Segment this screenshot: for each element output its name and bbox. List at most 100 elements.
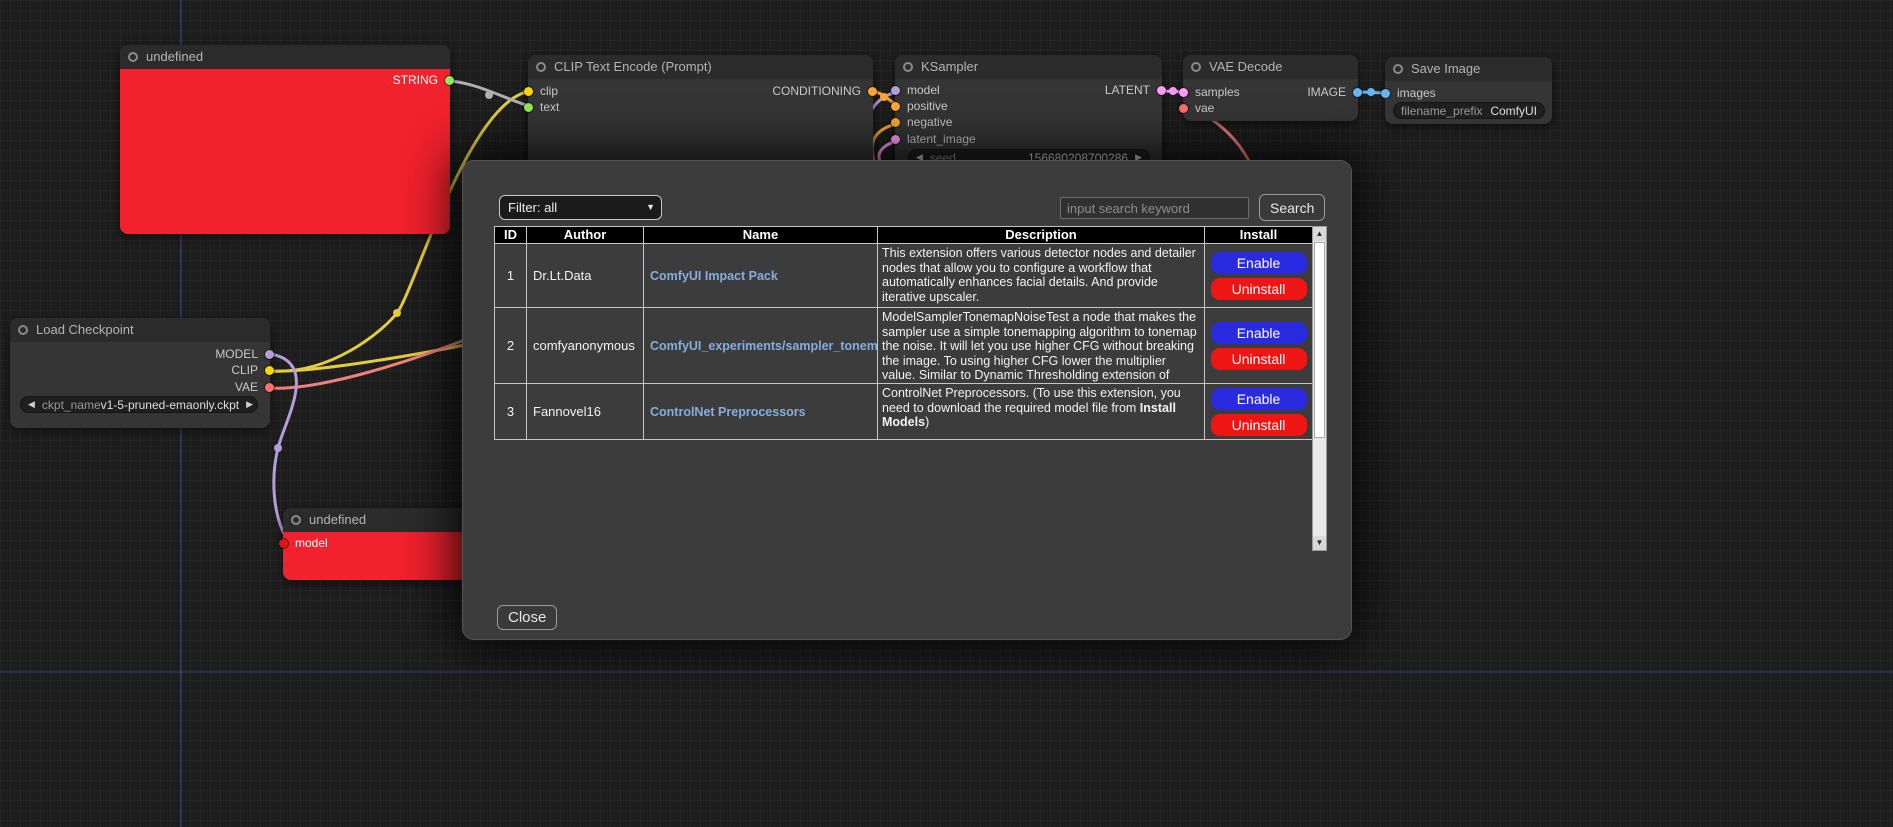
cell-description: ControlNet Preprocessors. (To use this e… [878, 384, 1205, 440]
output-slot: VAE [235, 380, 270, 394]
widget-prev-icon[interactable]: ◀ [28, 399, 35, 410]
input-slot-dot[interactable] [891, 118, 900, 127]
search-input[interactable] [1060, 197, 1249, 219]
input-slot: latent_image [895, 132, 976, 146]
cell-id: 1 [495, 244, 527, 308]
cell-name: ControlNet Preprocessors [644, 384, 878, 440]
node-canvas[interactable]: undefined STRING CLIP Text Encode (Promp… [0, 0, 1893, 827]
node-title-label: Save Image [1411, 61, 1480, 76]
extension-row: 2 comfyanonymous ComfyUI_experiments/sam… [495, 308, 1312, 384]
uninstall-button[interactable]: Uninstall [1211, 278, 1307, 300]
node-title-label: undefined [309, 512, 366, 527]
output-slot-dot[interactable] [265, 366, 274, 375]
extension-link[interactable]: ComfyUI Impact Pack [650, 269, 778, 283]
node-load-checkpoint[interactable]: Load Checkpoint MODEL CLIP VAE ◀ ckpt_na… [10, 318, 270, 428]
table-scrollbar[interactable]: ▲ ▼ [1312, 226, 1327, 551]
input-slot: text [528, 100, 559, 114]
widget-label: ckpt_name [42, 398, 101, 412]
output-slot-dot[interactable] [868, 87, 877, 96]
output-slot-dot[interactable] [1353, 88, 1362, 97]
node-title: VAE Decode [1183, 55, 1358, 79]
widget-value: v1-5-pruned-emaonly.ckpt [101, 398, 240, 412]
widget-value: ComfyUI [1490, 104, 1537, 118]
collapse-dot-icon[interactable] [18, 325, 28, 335]
filter-select[interactable]: Filter: all [499, 195, 662, 220]
node-undefined-bottom[interactable]: undefined model [283, 508, 470, 580]
input-slot-dot[interactable] [524, 103, 533, 112]
cell-author: comfyanonymous [527, 308, 644, 384]
slot-label: model [907, 83, 940, 97]
collapse-dot-icon[interactable] [536, 62, 546, 72]
collapse-dot-icon[interactable] [128, 52, 138, 62]
enable-button[interactable]: Enable [1211, 252, 1307, 274]
uninstall-button[interactable]: Uninstall [1211, 348, 1307, 370]
input-slot-dot[interactable] [891, 86, 900, 95]
input-slot-dot[interactable] [279, 539, 288, 548]
scrollbar-thumb[interactable] [1314, 242, 1325, 438]
input-slot-dot[interactable] [1179, 88, 1188, 97]
input-slot: vae [1183, 101, 1214, 115]
output-slot: MODEL [215, 347, 270, 361]
collapse-dot-icon[interactable] [1393, 64, 1403, 74]
node-title-label: VAE Decode [1209, 59, 1282, 74]
output-slot-dot[interactable] [445, 76, 454, 85]
scroll-down-icon[interactable]: ▼ [1313, 536, 1326, 550]
slot-label: CONDITIONING [772, 84, 861, 98]
output-slot-dot[interactable] [265, 383, 274, 392]
extension-link[interactable]: ControlNet Preprocessors [650, 405, 806, 419]
collapse-dot-icon[interactable] [903, 62, 913, 72]
extension-link[interactable]: ComfyUI_experiments/sampler_tonemap [650, 339, 878, 353]
input-slot-dot[interactable] [891, 102, 900, 111]
node-title: Save Image [1385, 57, 1552, 81]
node-title-label: KSampler [921, 59, 978, 74]
scroll-up-icon[interactable]: ▲ [1313, 227, 1326, 241]
input-slot-dot[interactable] [1179, 104, 1188, 113]
node-save-image[interactable]: Save Image images filename_prefix ComfyU… [1385, 57, 1552, 124]
input-slot: samples [1183, 85, 1240, 99]
input-slot: model [283, 536, 328, 550]
cell-description: ModelSamplerTonemapNoiseTest a node that… [878, 308, 1205, 384]
node-title-label: Load Checkpoint [36, 322, 134, 337]
widget-next-icon[interactable]: ▶ [246, 399, 253, 410]
node-vae-decode[interactable]: VAE Decode samples vae IMAGE [1183, 55, 1358, 121]
node-title: undefined [283, 508, 470, 532]
scrollbar-track[interactable] [1313, 439, 1326, 536]
manager-dialog: Filter: all ▼ Search ID Author Name Desc… [462, 160, 1352, 640]
slot-label: text [540, 100, 559, 114]
widget-label: filename_prefix [1401, 104, 1482, 118]
error-node-body [120, 69, 450, 234]
uninstall-button[interactable]: Uninstall [1211, 414, 1307, 436]
cell-id: 3 [495, 384, 527, 440]
search-button[interactable]: Search [1259, 194, 1325, 221]
cell-description: This extension offers various detector n… [878, 244, 1205, 308]
node-title: KSampler [895, 55, 1162, 79]
collapse-dot-icon[interactable] [1191, 62, 1201, 72]
cell-install: Enable Uninstall [1205, 244, 1313, 308]
input-slot-dot[interactable] [891, 135, 900, 144]
input-slot: negative [895, 115, 952, 129]
enable-button[interactable]: Enable [1211, 322, 1307, 344]
slot-label: samples [1195, 85, 1240, 99]
input-slot-dot[interactable] [524, 87, 533, 96]
input-slot: clip [528, 84, 558, 98]
node-title: Load Checkpoint [10, 318, 270, 342]
node-undefined-top[interactable]: undefined STRING [120, 45, 450, 234]
input-slot-dot[interactable] [1381, 89, 1390, 98]
close-button[interactable]: Close [497, 605, 557, 630]
filename-prefix-widget[interactable]: filename_prefix ComfyUI [1393, 102, 1545, 119]
node-title: undefined [120, 45, 450, 69]
output-slot-dot[interactable] [1157, 86, 1166, 95]
node-ksampler[interactable]: KSampler model positive negative latent_… [895, 55, 1162, 175]
output-slot-dot[interactable] [265, 350, 274, 359]
slot-label: model [295, 536, 328, 550]
extension-row: 1 Dr.Lt.Data ComfyUI Impact Pack This ex… [495, 244, 1312, 308]
collapse-dot-icon[interactable] [291, 515, 301, 525]
ckpt-name-widget[interactable]: ◀ ckpt_name v1-5-pruned-emaonly.ckpt ▶ [20, 396, 258, 413]
node-title-label: undefined [146, 49, 203, 64]
slot-label: images [1397, 86, 1436, 100]
slot-label: IMAGE [1307, 85, 1346, 99]
slot-label: vae [1195, 101, 1214, 115]
enable-button[interactable]: Enable [1211, 388, 1307, 410]
slot-label: MODEL [215, 347, 258, 361]
table-header-row: ID Author Name Description Install [495, 227, 1312, 244]
